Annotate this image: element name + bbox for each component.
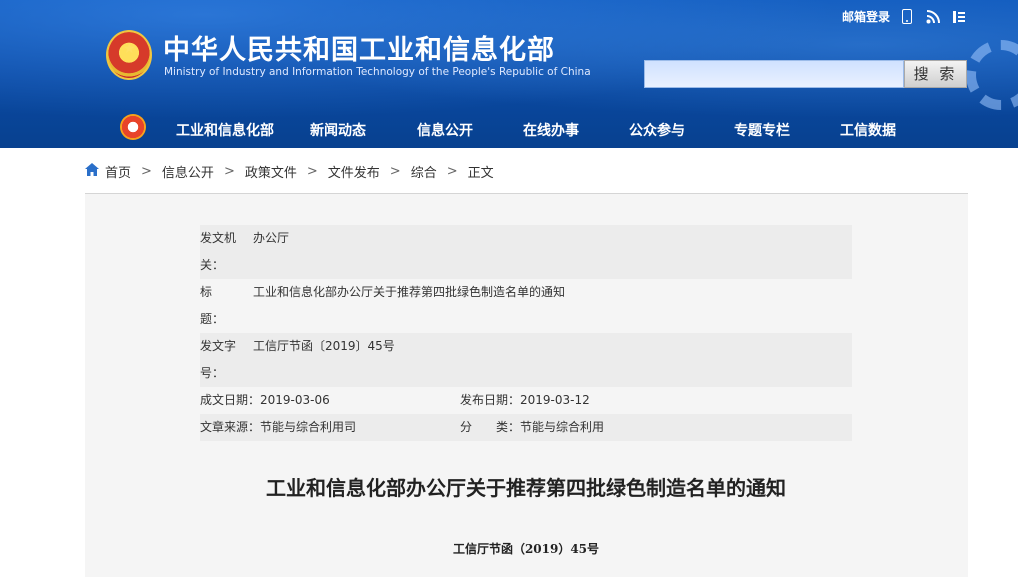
search-input[interactable] (644, 60, 904, 88)
site-title[interactable]: 中华人民共和国工业和信息化部 (163, 28, 555, 67)
meta-docno-label: 发文字号： (200, 339, 237, 380)
meta-dates-row: 成文日期：2019-03-06 发布日期：2019-03-12 (200, 387, 852, 414)
miit-logo-icon[interactable] (120, 114, 146, 140)
breadcrumb-separator: > (306, 164, 318, 179)
breadcrumb-separator: > (446, 164, 458, 179)
weibo-icon[interactable] (950, 9, 968, 25)
breadcrumb-doc-release[interactable]: 文件发布 (328, 162, 380, 181)
document-number: 工信厅节函（2019）45号 (452, 542, 600, 556)
meta-docno-value: 工信厅节函〔2019〕45号 (253, 339, 395, 353)
meta-issuer-label: 发文机关： (200, 231, 237, 272)
meta-created-date: 成文日期：2019-03-06 (200, 393, 330, 407)
nav-item-info-disclosure[interactable]: 信息公开 (417, 120, 473, 140)
meta-source: 文章来源：节能与综合利用司 (200, 420, 357, 434)
meta-issuer-value: 办公厅 (253, 231, 290, 245)
mail-login-link[interactable]: 邮箱登录 (842, 8, 890, 25)
breadcrumb-separator: > (141, 164, 152, 179)
gear-decoration-icon (966, 40, 1018, 110)
star-icon: ★ (123, 41, 136, 57)
meta-issuer-row: 发文机关： 办公厅 (200, 225, 852, 279)
meta-source-row: 文章来源：节能与综合利用司 分 类：节能与综合利用 (200, 414, 852, 441)
breadcrumb-current: 正文 (467, 166, 494, 181)
search-button[interactable]: 搜 索 (904, 60, 967, 88)
nav-item-online-service[interactable]: 在线办事 (523, 120, 579, 140)
meta-title-value: 工业和信息化部办公厅关于推荐第四批绿色制造名单的通知 (253, 285, 566, 299)
document-title: 工业和信息化部办公厅关于推荐第四批绿色制造名单的通知 (266, 476, 786, 500)
meta-published-date: 发布日期：2019-03-12 (460, 393, 590, 407)
breadcrumb-separator: > (223, 164, 235, 179)
nav-item-ministry[interactable]: 工业和信息化部 (176, 120, 274, 140)
breadcrumb-home[interactable]: 首页 (105, 162, 131, 181)
breadcrumb: 首页 > 信息公开 > 政策文件 > 文件发布 > 综合 > 正文 (85, 162, 494, 181)
national-emblem-icon: ★ (106, 30, 152, 80)
breadcrumb-general[interactable]: 综合 (411, 162, 437, 181)
site-header: ★ 中华人民共和国工业和信息化部 Ministry of Industry an… (0, 0, 1018, 148)
meta-category: 分 类：节能与综合利用 (460, 420, 605, 434)
nav-item-special-topics[interactable]: 专题专栏 (734, 120, 790, 140)
breadcrumb-info-disclosure[interactable]: 信息公开 (162, 162, 214, 181)
nav-item-public-participation[interactable]: 公众参与 (629, 120, 685, 140)
top-links: 邮箱登录 (842, 8, 968, 25)
home-icon[interactable] (85, 163, 99, 180)
meta-docno-row: 发文字号： 工信厅节函〔2019〕45号 (200, 333, 852, 387)
nav-item-news[interactable]: 新闻动态 (310, 120, 366, 140)
meta-title-row: 标 题： 工业和信息化部办公厅关于推荐第四批绿色制造名单的通知 (200, 279, 852, 333)
nav-item-data[interactable]: 工信数据 (840, 120, 896, 140)
breadcrumb-separator: > (389, 164, 401, 179)
meta-title-label: 标 题： (200, 285, 237, 326)
main-nav: 工业和信息化部 新闻动态 信息公开 在线办事 公众参与 专题专栏 工信数据 (0, 108, 1018, 148)
mobile-icon[interactable] (898, 9, 916, 25)
site-title-english: Ministry of Industry and Information Tec… (164, 66, 591, 78)
rss-icon[interactable] (924, 9, 942, 25)
breadcrumb-policy-docs[interactable]: 政策文件 (245, 162, 297, 181)
